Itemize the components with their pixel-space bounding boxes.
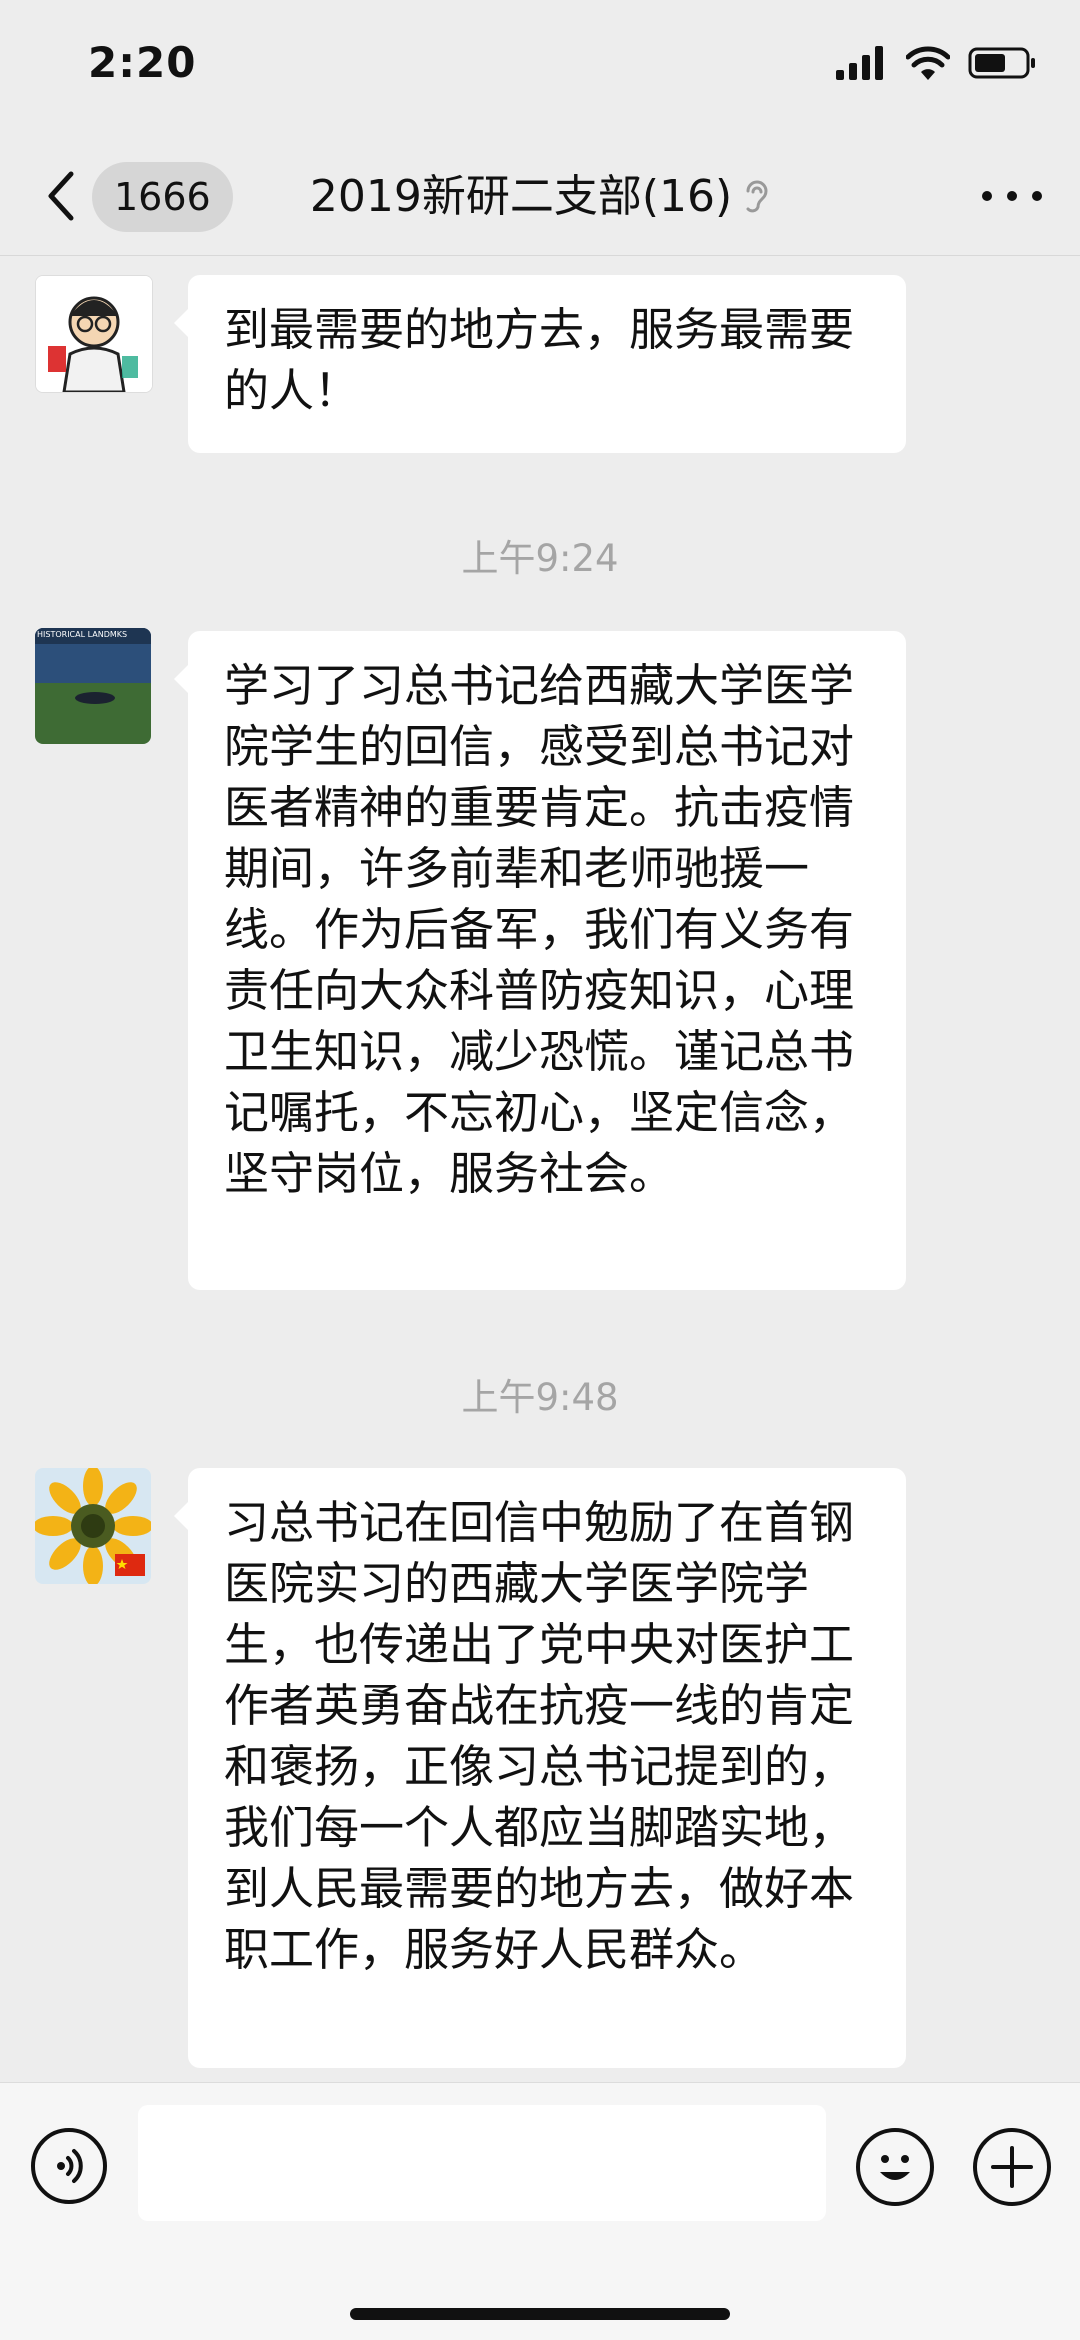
- nav-bar: 1666 2019新研二支部(16): [0, 140, 1080, 256]
- more-dot: [1032, 191, 1042, 201]
- message-bubble[interactable]: 到最需要的地方去，服务最需要的人！: [174, 275, 906, 453]
- more-dot: [982, 191, 992, 201]
- emoji-button[interactable]: [856, 2128, 934, 2206]
- chat-title: 2019新研二支部(16): [309, 171, 733, 222]
- home-indicator: [350, 2308, 730, 2320]
- sunflower-avatar[interactable]: [35, 1468, 151, 1584]
- wifi-icon: [906, 46, 950, 80]
- input-bar: [0, 2082, 1080, 2340]
- battery-icon: [968, 47, 1035, 79]
- avatar-caption: HISTORICAL LANDMKS: [37, 630, 128, 639]
- timestamp: 上午9:48: [461, 1376, 619, 1419]
- more-button[interactable]: [982, 176, 1042, 216]
- signal-icon: [836, 46, 883, 80]
- plus-button[interactable]: [973, 2128, 1051, 2206]
- timestamp: 上午9:24: [461, 537, 619, 580]
- status-time: 2:20: [88, 38, 197, 87]
- status-icons: [836, 46, 1038, 80]
- status-bar: 2:20: [0, 0, 1080, 140]
- message-input[interactable]: [138, 2105, 826, 2221]
- plus-icon: [991, 2146, 1033, 2188]
- chat-title-row: 2019新研二支部(16): [0, 164, 1080, 230]
- voice-icon: [57, 2149, 83, 2183]
- emoji-icon: [880, 2155, 910, 2180]
- ear-icon: [746, 180, 768, 213]
- more-dot: [1007, 191, 1017, 201]
- landscape-photo-avatar[interactable]: HISTORICAL LANDMKS: [35, 628, 151, 744]
- message-bubble[interactable]: 学习了习总书记给西藏大学医学院学生的回信，感受到总书记对医者精神的重要肯定。抗击…: [174, 631, 906, 1290]
- cartoon-doctor-avatar[interactable]: [35, 275, 153, 393]
- message-bubble[interactable]: 习总书记在回信中勉励了在首钢医院实习的西藏大学医学院学生，也传递出了党中央对医护…: [174, 1468, 906, 2068]
- voice-button[interactable]: [31, 2128, 107, 2204]
